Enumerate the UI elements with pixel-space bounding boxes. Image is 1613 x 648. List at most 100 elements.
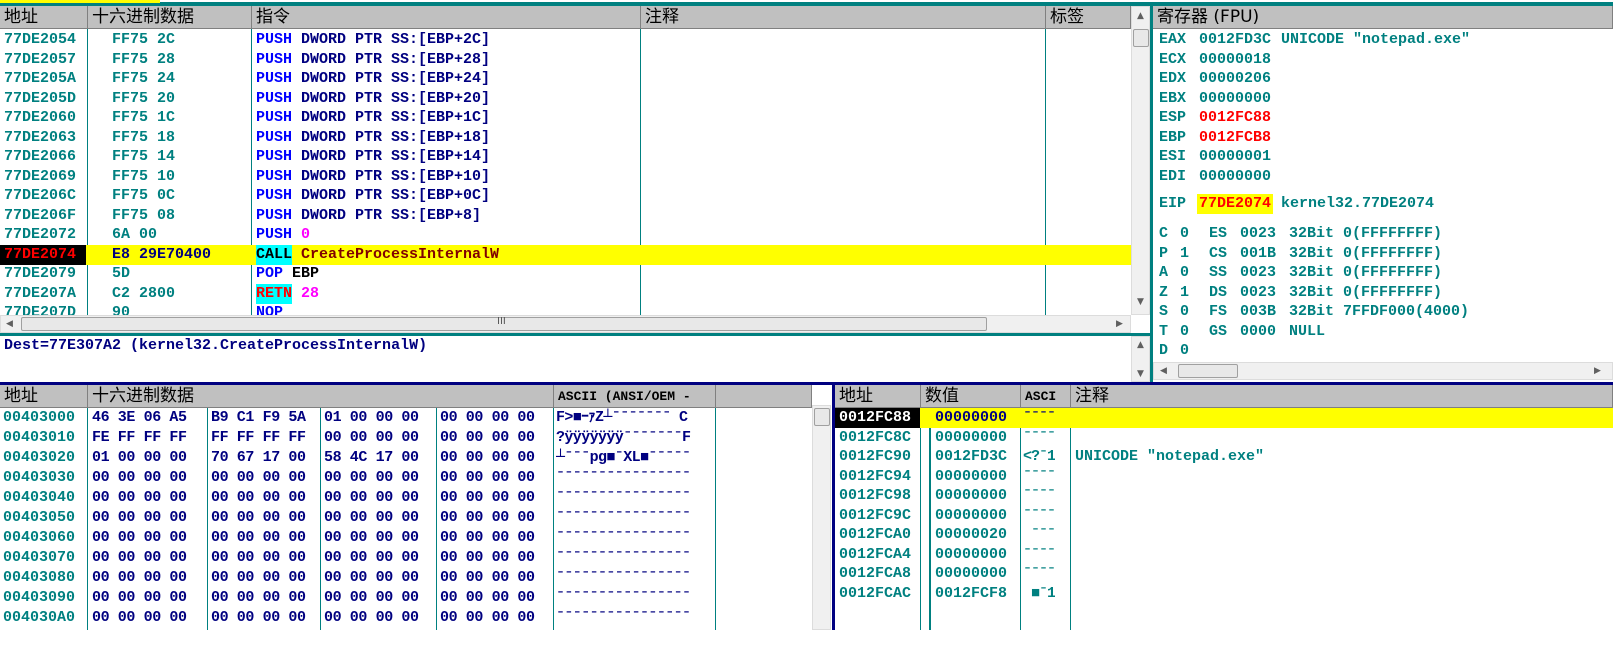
info-pane[interactable]: Dest=77E307A2 (kernel32.CreateProcessInt… bbox=[0, 336, 1150, 382]
registers-title[interactable]: 寄存器 (FPU) bbox=[1153, 6, 1613, 29]
disasm-row[interactable]: 77DE2066 FF75 14 PUSH DWORD PTR SS:[EBP+14] bbox=[0, 147, 1131, 167]
stack-row[interactable]: 0012FC8C 00000000 ˉˉˉˉ bbox=[835, 428, 1613, 448]
header-label[interactable]: 标签 bbox=[1046, 6, 1131, 29]
scroll-thumb[interactable]: III bbox=[21, 316, 987, 331]
scroll-thumb[interactable] bbox=[1178, 364, 1238, 378]
header-address[interactable]: 地址 bbox=[0, 385, 88, 408]
disasm-row[interactable]: 77DE206C FF75 0C PUSH DWORD PTR SS:[EBP+0C] bbox=[0, 186, 1131, 206]
scroll-left-icon[interactable]: ◀ bbox=[6, 319, 13, 329]
flag-value[interactable]: 1 bbox=[1180, 283, 1189, 303]
disasm-row[interactable]: 77DE2063 FF75 18 PUSH DWORD PTR SS:[EBP+18] bbox=[0, 128, 1131, 148]
dump-row[interactable]: 00403050 00 00 00 00 00 00 00 00 00 00 00 0… bbox=[0, 508, 812, 528]
header-comment[interactable]: 注释 bbox=[641, 6, 1046, 29]
stack-row[interactable]: 0012FC98 00000000 ˉˉˉˉ bbox=[835, 486, 1613, 506]
scroll-down-icon[interactable]: ▼ bbox=[1137, 297, 1144, 307]
dump-row[interactable]: 00403090 00 00 00 00 00 00 00 00 00 00 00 0… bbox=[0, 588, 812, 608]
disasm-row[interactable]: 77DE206F FF75 08 PUSH DWORD PTR SS:[EBP+8] bbox=[0, 206, 1131, 226]
header-instruction[interactable]: 指令 bbox=[252, 6, 641, 29]
stack-row[interactable]: 0012FCA4 00000000 ˉˉˉˉ bbox=[835, 545, 1613, 565]
register-eip[interactable]: EIP 77DE2074 kernel32.77DE2074 bbox=[1153, 194, 1613, 214]
stack-row[interactable]: 0012FCA0 00000020 ˉˉˉ bbox=[835, 525, 1613, 545]
disasm-row[interactable]: 77DE2074 E8 29E70400 CALL CreateProcessInte… bbox=[0, 244, 1131, 265]
dump-vscrollbar[interactable] bbox=[812, 405, 831, 630]
register-value[interactable]: 0012FCB8 bbox=[1199, 128, 1271, 148]
stack-pane[interactable]: 地址 数值 ASCI 注释 0012FC88 00000000 ˉˉˉˉ 0012FC… bbox=[835, 385, 1613, 630]
flag-row[interactable]: S 0 FS 003B 32Bit 7FFDF000(4000) bbox=[1153, 302, 1613, 322]
disasm-row[interactable]: 77DE2054 FF75 2C PUSH DWORD PTR SS:[EBP+2C] bbox=[0, 30, 1131, 50]
flag-row[interactable]: A 0 SS 0023 32Bit 0(FFFFFFFF) bbox=[1153, 263, 1613, 283]
flag-value[interactable]: 0 bbox=[1180, 322, 1189, 342]
stack-row[interactable]: 0012FCA8 00000000 ˉˉˉˉ bbox=[835, 564, 1613, 584]
disasm-row[interactable]: 77DE207D 90 NOP bbox=[0, 303, 1131, 315]
disasm-hscrollbar[interactable]: ◀ III ▶ bbox=[0, 315, 1131, 333]
flag-value[interactable]: 1 bbox=[1180, 244, 1189, 264]
scroll-left-icon[interactable]: ◀ bbox=[1160, 366, 1167, 376]
flag-value[interactable]: 0 bbox=[1180, 224, 1189, 244]
disasm-row[interactable]: 77DE205A FF75 24 PUSH DWORD PTR SS:[EBP+24] bbox=[0, 69, 1131, 89]
disasm-row[interactable]: 77DE2072 6A 00 PUSH 0 bbox=[0, 225, 1131, 245]
header-comment[interactable]: 注释 bbox=[1071, 385, 1613, 408]
scroll-right-icon[interactable]: ▶ bbox=[1594, 366, 1601, 376]
scroll-up-icon[interactable]: ▲ bbox=[1137, 11, 1144, 21]
scroll-thumb[interactable] bbox=[814, 408, 830, 426]
dump-row[interactable]: 00403080 00 00 00 00 00 00 00 00 00 00 00 0… bbox=[0, 568, 812, 588]
disassembly-pane[interactable]: 地址 十六进制数据 指令 注释 标签 77DE2054 FF75 2C PUSH DW… bbox=[0, 6, 1150, 315]
register-value[interactable]: 00000000 bbox=[1199, 167, 1271, 187]
disasm-row[interactable]: 77DE2079 5D POP EBP bbox=[0, 264, 1131, 284]
memory-dump-pane[interactable]: 地址 十六进制数据 ASCII (ANSI/OEM - 00403000 46 3… bbox=[0, 385, 832, 630]
stack-row[interactable]: 0012FC88 00000000 ˉˉˉˉ bbox=[835, 408, 1613, 428]
register-value[interactable]: 00000206 bbox=[1199, 69, 1271, 89]
stack-row[interactable]: 0012FCAC 0012FCF8 ■ˉ1 bbox=[835, 584, 1613, 604]
header-value[interactable]: 数值 bbox=[921, 385, 1021, 408]
flag-value[interactable]: 0 bbox=[1180, 302, 1189, 322]
dump-row[interactable]: 004030A0 00 00 00 00 00 00 00 00 00 00 00 0… bbox=[0, 608, 812, 628]
info-vscrollbar[interactable]: ▲ ▼ bbox=[1131, 336, 1150, 382]
flag-row[interactable]: P 1 CS 001B 32Bit 0(FFFFFFFF) bbox=[1153, 244, 1613, 264]
dump-row[interactable]: 00403010 FE FF FF FF FF FF FF FF 00 00 00 0… bbox=[0, 428, 812, 448]
dump-row[interactable]: 00403030 00 00 00 00 00 00 00 00 00 00 00 0… bbox=[0, 468, 812, 488]
flag-value[interactable]: 0 bbox=[1180, 263, 1189, 283]
flag-row[interactable]: D0 bbox=[1153, 341, 1613, 361]
stack-row[interactable]: 0012FC9C 00000000 ˉˉˉˉ bbox=[835, 506, 1613, 526]
scroll-down-icon[interactable]: ▼ bbox=[1137, 369, 1144, 379]
register-ecx[interactable]: ECX 00000018 bbox=[1153, 50, 1613, 70]
register-eax[interactable]: EAX 0012FD3C UNICODE "notepad.exe" bbox=[1153, 30, 1613, 50]
dump-row[interactable]: 00403000 46 3E 06 A5 B9 C1 F9 5A 01 00 00 0… bbox=[0, 408, 812, 428]
stack-row[interactable]: 0012FC94 00000000 ˉˉˉˉ bbox=[835, 467, 1613, 487]
header-ascii[interactable]: ASCI bbox=[1021, 385, 1071, 408]
disasm-row[interactable]: 77DE2069 FF75 10 PUSH DWORD PTR SS:[EBP+10] bbox=[0, 167, 1131, 187]
register-value[interactable]: 00000018 bbox=[1199, 50, 1271, 70]
register-esp[interactable]: ESP 0012FC88 bbox=[1153, 108, 1613, 128]
register-edi[interactable]: EDI 00000000 bbox=[1153, 167, 1613, 187]
dump-row[interactable]: 00403040 00 00 00 00 00 00 00 00 00 00 00 0… bbox=[0, 488, 812, 508]
flag-row[interactable]: C 0 ES 0023 32Bit 0(FFFFFFFF) bbox=[1153, 224, 1613, 244]
disasm-row[interactable]: 77DE205D FF75 20 PUSH DWORD PTR SS:[EBP+20] bbox=[0, 89, 1131, 109]
disasm-row[interactable]: 77DE2057 FF75 28 PUSH DWORD PTR SS:[EBP+28] bbox=[0, 50, 1131, 70]
dump-row[interactable]: 00403070 00 00 00 00 00 00 00 00 00 00 00 0… bbox=[0, 548, 812, 568]
register-ebp[interactable]: EBP 0012FCB8 bbox=[1153, 128, 1613, 148]
disasm-row[interactable]: 77DE2060 FF75 1C PUSH DWORD PTR SS:[EBP+1C] bbox=[0, 108, 1131, 128]
register-ebx[interactable]: EBX 00000000 bbox=[1153, 89, 1613, 109]
registers-hscrollbar[interactable]: ◀ ▶ bbox=[1153, 362, 1613, 380]
registers-pane[interactable]: 寄存器 (FPU) EAX 0012FD3C UNICODE "notepad.ex… bbox=[1153, 6, 1613, 382]
header-address[interactable]: 地址 bbox=[0, 6, 88, 29]
scroll-thumb[interactable] bbox=[1133, 29, 1149, 47]
register-value[interactable]: 0012FD3C bbox=[1199, 30, 1271, 50]
header-address[interactable]: 地址 bbox=[835, 385, 921, 408]
scroll-up-icon[interactable]: ▲ bbox=[1137, 340, 1144, 350]
register-edx[interactable]: EDX 00000206 bbox=[1153, 69, 1613, 89]
header-hex[interactable]: 十六进制数据 bbox=[88, 385, 554, 408]
stack-row[interactable]: 0012FC90 0012FD3C <?ˉ1 UNICODE "notepad.exe… bbox=[835, 447, 1613, 467]
scroll-right-icon[interactable]: ▶ bbox=[1116, 319, 1123, 329]
register-value[interactable]: 00000000 bbox=[1199, 89, 1271, 109]
disasm-row[interactable]: 77DE207A C2 2800 RETN 28 bbox=[0, 283, 1131, 304]
dump-row[interactable]: 00403060 00 00 00 00 00 00 00 00 00 00 00 0… bbox=[0, 528, 812, 548]
flag-row[interactable]: T 0 GS 0000 NULL bbox=[1153, 322, 1613, 342]
flag-value[interactable]: 0 bbox=[1180, 341, 1189, 361]
register-value[interactable]: 77DE2074 bbox=[1197, 194, 1274, 214]
register-value[interactable]: 00000001 bbox=[1199, 147, 1271, 167]
flag-row[interactable]: Z 1 DS 0023 32Bit 0(FFFFFFFF) bbox=[1153, 283, 1613, 303]
header-ascii[interactable]: ASCII (ANSI/OEM - bbox=[554, 385, 716, 408]
register-value[interactable]: 0012FC88 bbox=[1199, 108, 1271, 128]
dump-row[interactable]: 00403020 01 00 00 00 70 67 17 00 58 4C 17 0… bbox=[0, 448, 812, 468]
